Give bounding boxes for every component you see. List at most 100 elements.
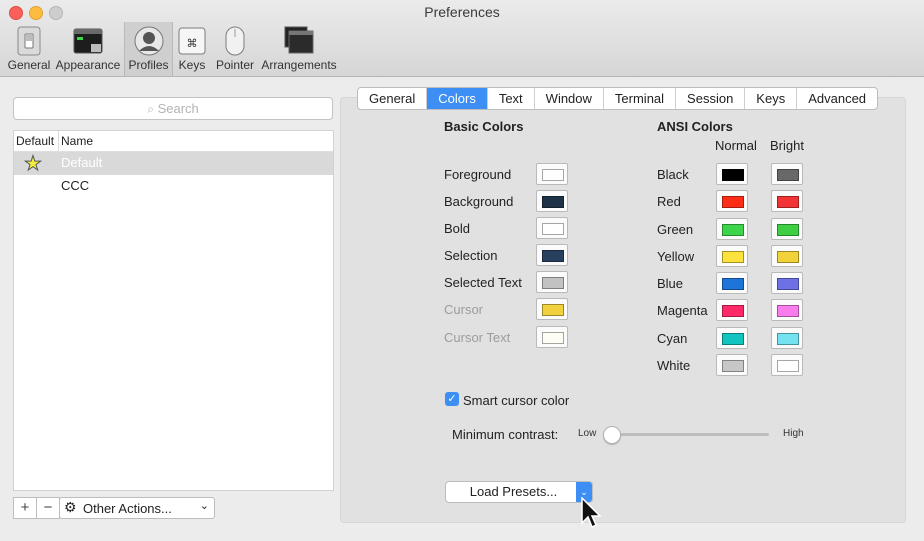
color-swatch	[722, 224, 744, 236]
chevron-down-icon: ⌄	[199, 500, 209, 512]
ansi-normal-color-well[interactable]	[716, 190, 748, 212]
column-default[interactable]: Default	[16, 134, 54, 148]
basic-color-label: Background	[444, 194, 514, 209]
ansi-color-label: Yellow	[657, 249, 695, 264]
basic-color-label: Bold	[444, 221, 471, 236]
color-swatch	[777, 305, 799, 317]
color-swatch	[777, 169, 799, 181]
smart-cursor-checkbox[interactable]: ✓	[445, 392, 459, 406]
profile-row-default[interactable]: ★ Default	[14, 152, 333, 176]
command-key-icon: ⌘	[178, 27, 206, 55]
stacked-windows-icon	[284, 26, 314, 54]
tab-keys[interactable]: Keys	[745, 88, 798, 109]
basic-colors-header: Basic Colors	[444, 119, 524, 134]
tab-window[interactable]: Window	[535, 88, 604, 109]
ansi-color-label: Blue	[657, 276, 684, 291]
profile-search-input[interactable]: ⌕ Search	[13, 97, 333, 120]
ansi-bright-color-well[interactable]	[771, 354, 803, 376]
basic-color-label: Selected Text	[444, 275, 522, 290]
add-profile-button[interactable]: +	[13, 497, 37, 519]
ansi-normal-color-well[interactable]	[716, 299, 748, 321]
color-swatch	[777, 196, 799, 208]
mouse-pointer-icon	[581, 497, 602, 529]
basic-color-well[interactable]	[536, 271, 568, 293]
basic-color-label: Foreground	[444, 167, 512, 182]
basic-color-well[interactable]	[536, 190, 568, 212]
color-swatch	[722, 333, 744, 345]
basic-color-well[interactable]	[536, 244, 568, 266]
toolbar-arrangements[interactable]: Arrangements	[260, 22, 338, 76]
toolbar-label: Profiles	[128, 58, 169, 72]
colors-panel	[340, 97, 906, 523]
toolbar-label: Appearance	[55, 58, 121, 72]
load-presets-popup[interactable]: Load Presets... ⌄	[445, 481, 593, 503]
ansi-bright-color-well[interactable]	[771, 327, 803, 349]
color-swatch	[542, 250, 564, 262]
toolbar-appearance[interactable]: Appearance	[55, 22, 121, 76]
ansi-bright-color-well[interactable]	[771, 272, 803, 294]
ansi-color-label: Black	[657, 167, 689, 182]
default-star-icon: ★	[24, 153, 43, 176]
color-swatch	[542, 169, 564, 181]
basic-color-well	[536, 326, 568, 348]
ansi-bright-color-well[interactable]	[771, 218, 803, 240]
color-swatch	[722, 278, 744, 290]
other-actions-button[interactable]: ⚙ Other Actions... ⌄	[59, 497, 215, 519]
basic-color-label: Selection	[444, 248, 498, 263]
remove-profile-button[interactable]: −	[36, 497, 60, 519]
color-swatch	[722, 305, 744, 317]
toolbar-general[interactable]: General	[5, 22, 53, 76]
profiles-table: Default Name ★ Default CCC	[13, 130, 334, 491]
color-swatch	[542, 332, 564, 344]
tab-colors[interactable]: Colors	[427, 88, 488, 109]
basic-color-label: Cursor	[444, 302, 484, 317]
toolbar-label: General	[7, 58, 51, 72]
tab-session[interactable]: Session	[676, 88, 746, 109]
color-swatch	[542, 223, 564, 235]
tab-terminal[interactable]: Terminal	[604, 88, 677, 109]
color-swatch	[777, 333, 799, 345]
color-swatch	[722, 169, 744, 181]
toolbar-label: Keys	[178, 58, 206, 72]
color-swatch	[722, 360, 744, 372]
svg-text:⌘: ⌘	[187, 37, 198, 50]
color-swatch	[722, 251, 744, 263]
ansi-normal-color-well[interactable]	[716, 272, 748, 294]
column-name[interactable]: Name	[61, 134, 93, 148]
tab-text[interactable]: Text	[488, 88, 535, 109]
toolbar-label: Pointer	[215, 58, 255, 72]
basic-color-well	[536, 298, 568, 320]
ansi-bright-color-well[interactable]	[771, 245, 803, 267]
basic-color-well[interactable]	[536, 217, 568, 239]
other-actions-label: Other Actions...	[83, 501, 172, 516]
color-swatch	[777, 360, 799, 372]
color-swatch	[777, 251, 799, 263]
tab-advanced[interactable]: Advanced	[797, 88, 877, 109]
ansi-colors-header: ANSI Colors	[657, 119, 733, 134]
ansi-normal-color-well[interactable]	[716, 327, 748, 349]
profile-row-ccc[interactable]: CCC	[14, 175, 333, 198]
ansi-normal-color-well[interactable]	[716, 354, 748, 376]
toolbar-pointer[interactable]: Pointer	[213, 22, 257, 76]
color-swatch	[722, 196, 744, 208]
minimum-contrast-slider-track[interactable]	[604, 433, 769, 436]
minimum-contrast-slider-knob[interactable]	[603, 426, 621, 444]
minimum-contrast-label: Minimum contrast:	[452, 427, 559, 442]
ansi-normal-color-well[interactable]	[716, 245, 748, 267]
basic-color-well[interactable]	[536, 163, 568, 185]
ansi-bright-color-well[interactable]	[771, 299, 803, 321]
normal-column-label: Normal	[715, 138, 757, 153]
bright-column-label: Bright	[770, 138, 804, 153]
mouse-icon	[225, 26, 245, 56]
ansi-normal-color-well[interactable]	[716, 163, 748, 185]
ansi-normal-color-well[interactable]	[716, 218, 748, 240]
ansi-bright-color-well[interactable]	[771, 190, 803, 212]
toolbar-profiles[interactable]: Profiles	[124, 22, 173, 76]
toolbar-keys[interactable]: ⌘ Keys	[174, 22, 210, 76]
smart-cursor-label: Smart cursor color	[463, 393, 570, 408]
tab-general[interactable]: General	[358, 88, 428, 109]
color-swatch	[777, 224, 799, 236]
window-appearance-icon	[73, 28, 103, 54]
ansi-bright-color-well[interactable]	[771, 163, 803, 185]
color-swatch	[542, 277, 564, 289]
